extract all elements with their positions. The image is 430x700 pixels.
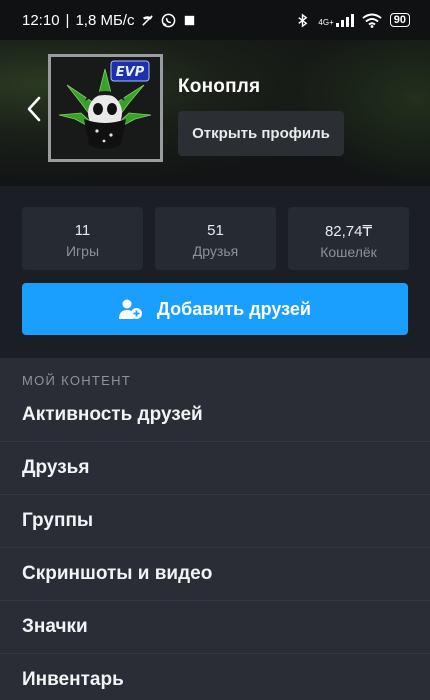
wifi-icon — [362, 13, 382, 28]
stat-value: 11 — [74, 222, 91, 239]
open-profile-button[interactable]: Открыть профиль — [178, 111, 344, 156]
add-friends-label: Добавить друзей — [157, 298, 311, 319]
battery-icon: 90 — [389, 13, 410, 27]
profile-header: EVP Конопля Открыть профиль — [0, 40, 430, 186]
menu-item-badges[interactable]: Значки — [0, 601, 430, 654]
whatsapp-icon — [162, 13, 176, 27]
chevron-left-icon — [27, 96, 41, 122]
stat-label: Друзья — [192, 243, 239, 259]
stat-label: Кошелёк — [320, 244, 377, 260]
section-title: МОЙ КОНТЕНТ — [22, 373, 132, 388]
stat-value: 51 — [207, 222, 224, 239]
stat-games[interactable]: 11 Игры — [22, 207, 143, 270]
stat-wallet[interactable]: 82,74₸ Кошелёк — [288, 207, 409, 270]
missed-call-icon — [142, 14, 154, 26]
avatar-logo-text: EVP — [116, 65, 145, 80]
stop-icon — [185, 15, 195, 25]
stat-label: Игры — [65, 243, 100, 259]
stats-panel: 11 Игры 51 Друзья 82,74₸ Кошелёк Добавит… — [0, 186, 430, 358]
avatar-image: EVP — [51, 57, 160, 159]
profile-name: Конопля — [178, 76, 261, 97]
status-speed: 1,8 МБ/с — [75, 11, 135, 29]
stat-friends[interactable]: 51 Друзья — [155, 207, 276, 270]
bluetooth-icon — [298, 12, 308, 28]
status-time: 12:10 — [22, 11, 60, 29]
menu-item-friends[interactable]: Друзья — [0, 442, 430, 495]
network-type: 4G+ — [318, 18, 334, 27]
back-button[interactable] — [22, 94, 46, 124]
signal-indicator: 4G+ — [318, 13, 354, 27]
status-bar: 12:10 | 1,8 МБ/с 4G+ 90 — [0, 0, 430, 40]
add-friends-button[interactable]: Добавить друзей — [22, 283, 408, 335]
menu-item-inventory[interactable]: Инвентарь — [0, 654, 430, 700]
status-divider: | — [65, 11, 70, 29]
menu-item-friend-activity[interactable]: Активность друзей — [0, 389, 430, 442]
add-user-icon — [119, 299, 143, 319]
signal-icon — [335, 14, 354, 27]
menu-item-screenshots[interactable]: Скриншоты и видео — [0, 548, 430, 601]
menu-item-groups[interactable]: Группы — [0, 495, 430, 548]
content-menu: МОЙ КОНТЕНТ Активность друзей Друзья Гру… — [0, 358, 430, 700]
stat-value: 82,74₸ — [324, 223, 373, 240]
avatar[interactable]: EVP — [48, 54, 163, 162]
